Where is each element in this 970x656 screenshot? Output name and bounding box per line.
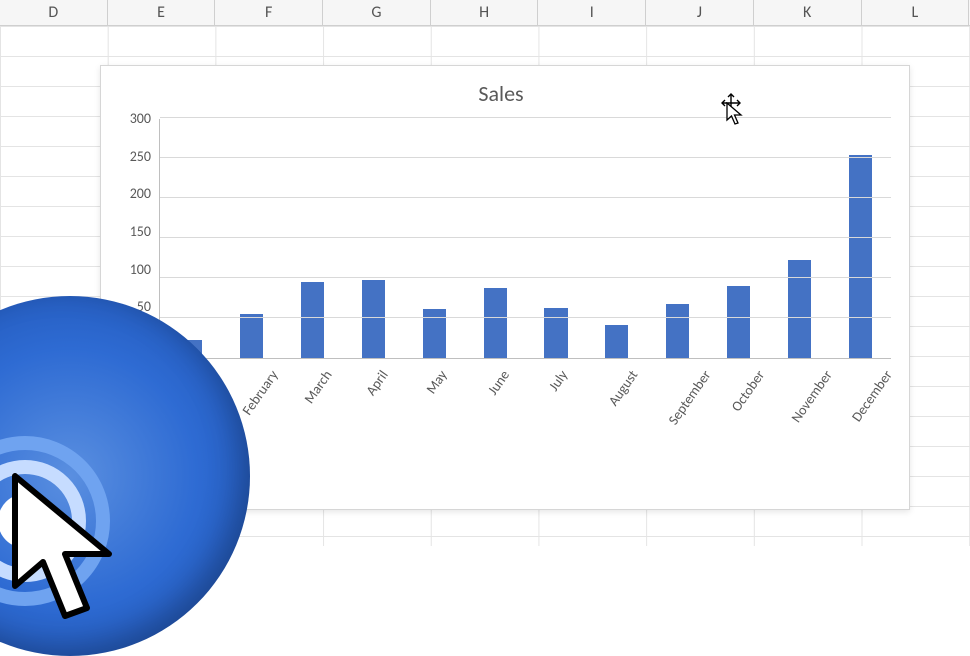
bar-slot (282, 119, 343, 358)
x-tick-label: April (342, 359, 403, 382)
bar[interactable] (605, 325, 628, 358)
column-header[interactable]: D (0, 0, 108, 25)
x-tick-label: August (585, 359, 646, 382)
bar-slot (708, 119, 769, 358)
column-header[interactable]: J (646, 0, 754, 25)
bar-slot (160, 119, 221, 358)
x-tick-label: June (463, 359, 524, 382)
plot-area[interactable]: 300 250 200 150 100 50 0 (111, 119, 891, 359)
bar[interactable] (362, 280, 385, 358)
bar-slot (465, 119, 526, 358)
x-axis: JanuaryFebruaryMarchAprilMayJuneJulyAugu… (159, 359, 891, 382)
move-cursor-icon (720, 92, 742, 117)
bar-slot (647, 119, 708, 358)
x-tick-label: May (402, 359, 463, 382)
x-tick-label: November (769, 359, 830, 382)
gridline (160, 197, 891, 198)
column-header[interactable]: I (538, 0, 646, 25)
bar-slot (586, 119, 647, 358)
bar[interactable] (301, 282, 324, 358)
bar-slot (221, 119, 282, 358)
x-tick-label: February (220, 359, 281, 382)
gridline (160, 157, 891, 158)
bar[interactable] (544, 308, 567, 358)
column-header[interactable]: H (431, 0, 539, 25)
x-tick-label: October (708, 359, 769, 382)
bar[interactable] (788, 260, 811, 358)
bar-slot (526, 119, 587, 358)
y-tick: 100 (111, 263, 151, 277)
bar[interactable] (727, 286, 750, 358)
bar-slot (769, 119, 830, 358)
gridline (160, 317, 891, 318)
gridline (160, 277, 891, 278)
column-header[interactable]: F (215, 0, 323, 25)
bar-slot (830, 119, 891, 358)
chart-plot[interactable] (159, 119, 891, 359)
bar[interactable] (484, 288, 507, 358)
cursor-arrow-icon (5, 466, 145, 626)
column-header[interactable]: L (862, 0, 970, 25)
x-tick-label: March (281, 359, 342, 382)
column-header[interactable]: G (323, 0, 431, 25)
y-tick: 250 (111, 150, 151, 164)
bar[interactable] (240, 314, 263, 358)
y-tick: 300 (111, 112, 151, 126)
x-tick-label: December (830, 359, 891, 382)
bar-slot (343, 119, 404, 358)
y-tick: 200 (111, 187, 151, 201)
column-header[interactable]: K (754, 0, 862, 25)
bar-slot (404, 119, 465, 358)
gridline (160, 117, 891, 118)
x-tick-label: July (524, 359, 585, 382)
gridline (160, 237, 891, 238)
bar[interactable] (849, 155, 872, 358)
bar[interactable] (666, 304, 689, 358)
x-tick-label: September (646, 359, 709, 382)
column-header-row: D E F G H I J K L (0, 0, 970, 26)
chart-title[interactable]: Sales (111, 80, 891, 107)
y-tick: 150 (111, 225, 151, 239)
bars-container (160, 119, 891, 358)
column-header[interactable]: E (108, 0, 216, 25)
